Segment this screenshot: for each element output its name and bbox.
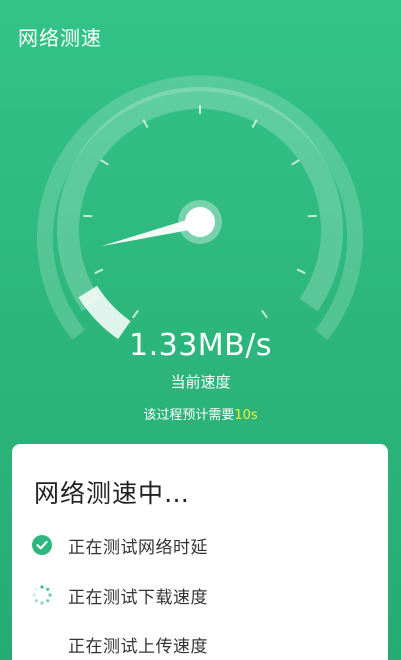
eta-prefix: 该过程预计需要 xyxy=(143,408,235,423)
check-circle-icon xyxy=(32,535,52,555)
gauge-tick xyxy=(296,268,306,275)
step-label: 正在测试下载速度 xyxy=(68,587,208,608)
gauge-tick xyxy=(261,309,268,319)
current-speed-label: 当前速度 xyxy=(170,373,231,391)
gauge-tick xyxy=(94,268,104,275)
progress-card: 网络测速中… 正在测试网络时延 正在测试下载速度 正在测试上传速度 xyxy=(12,444,388,660)
step-upload: 正在测试上传速度 xyxy=(32,631,208,657)
card-title: 网络测速中… xyxy=(34,479,191,508)
step-label: 正在测试上传速度 xyxy=(68,636,208,657)
loading-spinner-icon xyxy=(32,585,52,605)
speed-gauge xyxy=(37,75,363,340)
gauge-progress-arc xyxy=(78,285,131,340)
step-label: 正在测试网络时延 xyxy=(68,537,208,558)
step-status-placeholder xyxy=(32,634,52,654)
gauge-tick xyxy=(132,309,139,319)
step-download: 正在测试下载速度 xyxy=(32,582,208,608)
eta-text: 该过程预计需要10s xyxy=(0,404,401,423)
current-speed-value: 1.33MB/s xyxy=(129,328,272,363)
gauge-tick xyxy=(100,159,109,166)
eta-time: 10s xyxy=(234,408,258,423)
step-latency: 正在测试网络时延 xyxy=(32,532,208,558)
gauge-hub xyxy=(185,207,215,237)
gauge-tick xyxy=(291,159,300,166)
